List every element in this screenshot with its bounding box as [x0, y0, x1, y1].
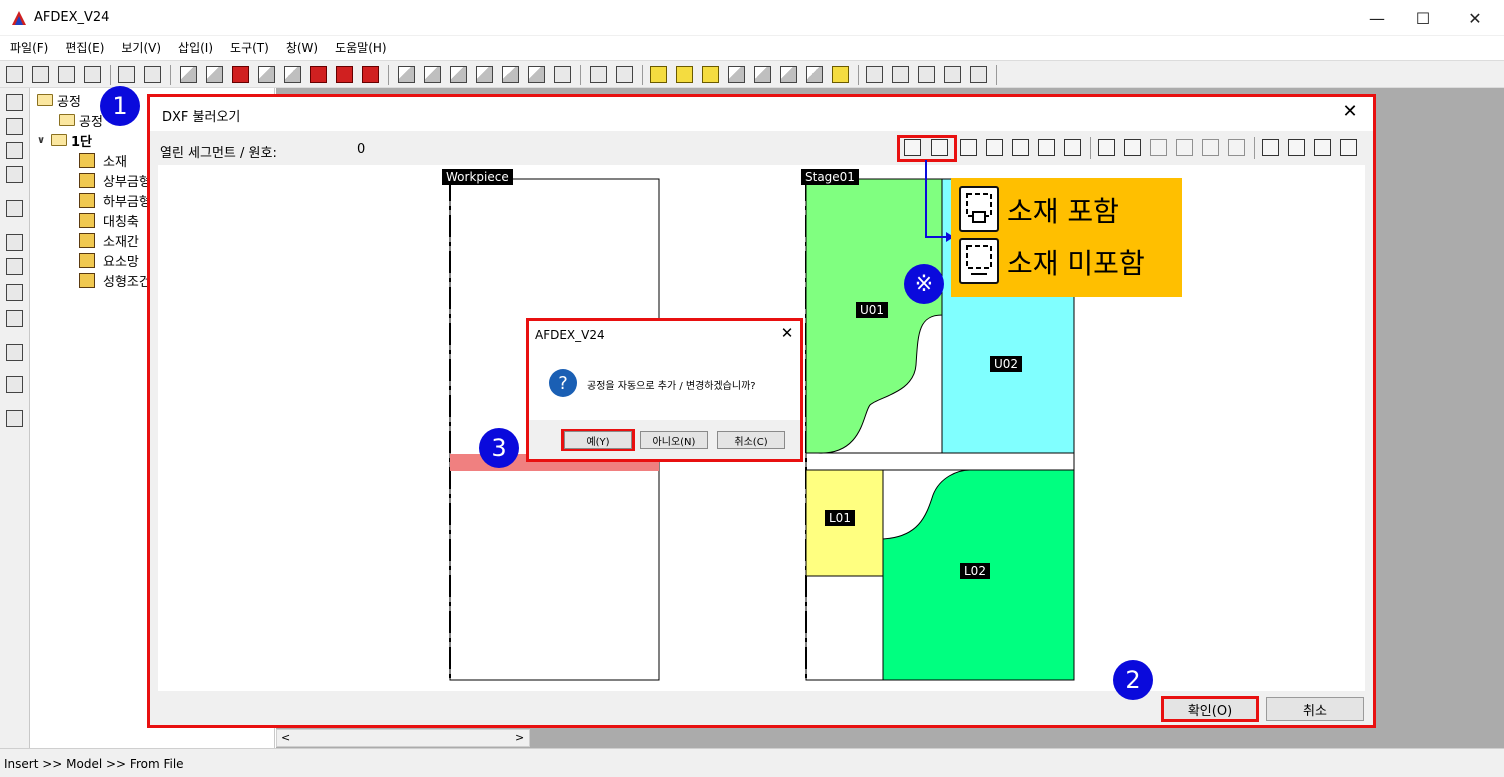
callout-note: ※	[904, 264, 944, 304]
msg-cancel-button[interactable]: 취소(C)	[717, 431, 785, 449]
callout-1: 1	[100, 86, 140, 126]
legend-include-label: 소재 포함	[1007, 195, 1119, 228]
no-button[interactable]: 아니오(N)	[640, 431, 708, 449]
include-material-icon	[959, 186, 999, 232]
messagebox-footer: 예(Y) 아니오(N) 취소(C)	[529, 420, 800, 459]
yes-button[interactable]: 예(Y)	[564, 431, 632, 449]
confirm-messagebox: AFDEX_V24 ✕ ? 공정을 자동으로 추가 / 변경하겠습니까? 예(Y…	[526, 318, 803, 462]
messagebox-text: 공정을 자동으로 추가 / 변경하겠습니까?	[587, 381, 756, 392]
messagebox-title: AFDEX_V24	[535, 328, 605, 342]
callout-2: 2	[1113, 660, 1153, 700]
legend-exclude-label: 소재 미포함	[1007, 247, 1145, 280]
question-icon: ?	[549, 369, 577, 397]
callout-3: 3	[479, 428, 519, 468]
legend-box: 소재 포함 소재 미포함	[951, 178, 1182, 297]
exclude-material-icon	[959, 238, 999, 284]
messagebox-close-button[interactable]: ✕	[777, 324, 797, 344]
